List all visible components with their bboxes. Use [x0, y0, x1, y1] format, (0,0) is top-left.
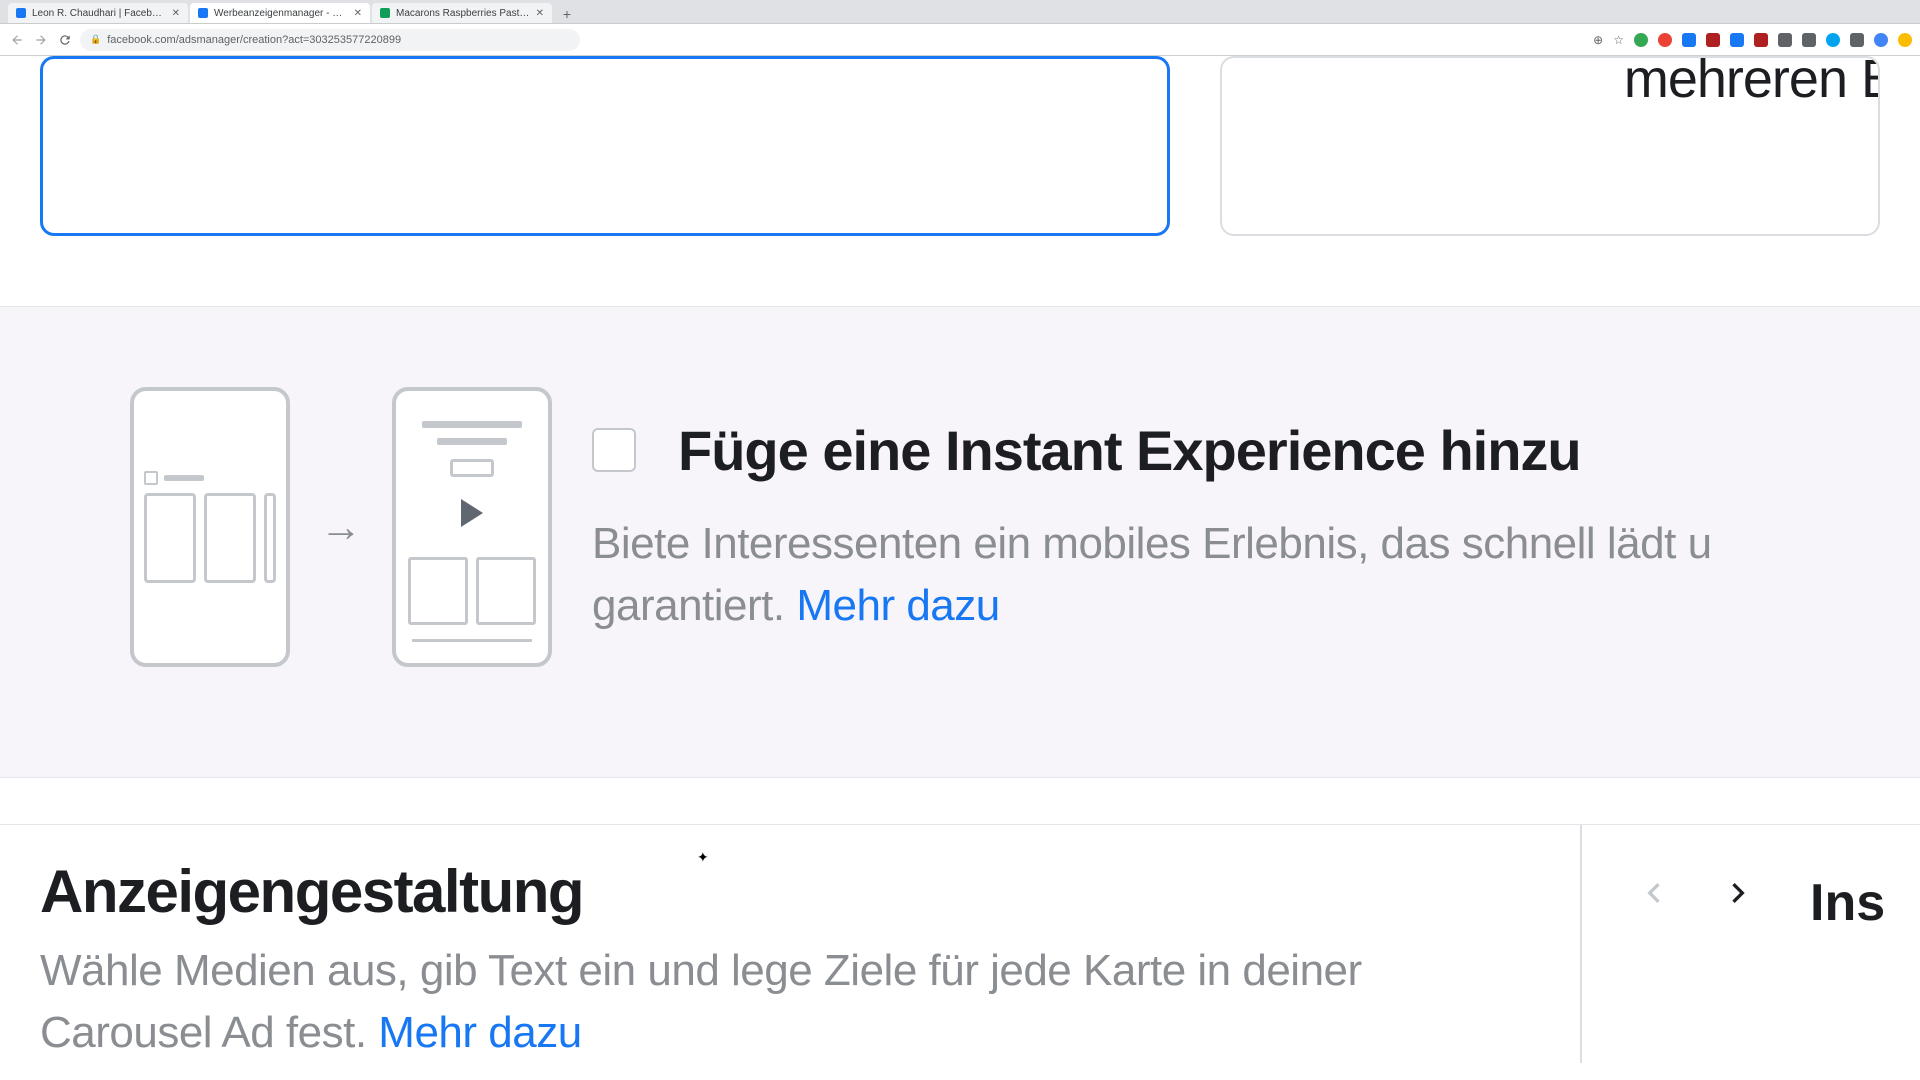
new-tab-button[interactable]: + — [558, 5, 576, 23]
arrow-left-icon — [10, 33, 24, 47]
format-card-partial-text: mehreren Bil — [1624, 56, 1880, 110]
carousel-next-button[interactable] — [1718, 873, 1758, 913]
reload-button[interactable] — [56, 31, 74, 49]
instant-experience-checkbox[interactable] — [592, 428, 636, 472]
ad-design-section: Anzeigengestaltung Wähle Medien aus, gib… — [0, 824, 1920, 1063]
favicon-icon — [380, 8, 390, 18]
reload-icon — [58, 33, 72, 47]
cursor-icon: ✦ — [697, 849, 709, 866]
format-card-other[interactable]: mehreren Bil — [1220, 56, 1880, 236]
chevron-right-icon — [1718, 873, 1758, 913]
ad-design-main: Anzeigengestaltung Wähle Medien aus, gib… — [0, 825, 1580, 1063]
instant-experience-illustration: → — [130, 387, 552, 667]
favicon-icon — [16, 8, 26, 18]
extension-icon[interactable] — [1682, 33, 1696, 47]
extension-icon[interactable] — [1850, 33, 1864, 47]
extension-icon[interactable] — [1658, 33, 1672, 47]
tab-macarons[interactable]: Macarons Raspberries Pastries ✕ — [372, 3, 552, 23]
lock-icon: 🔒 — [90, 34, 101, 45]
extension-icons: ⊕ ☆ — [1593, 33, 1912, 47]
extension-icon[interactable] — [1898, 33, 1912, 47]
chevron-left-icon — [1634, 873, 1674, 913]
instant-experience-text: Füge eine Instant Experience hinzu Biete… — [592, 418, 1920, 636]
close-icon[interactable]: ✕ — [172, 8, 180, 19]
learn-more-link[interactable]: Mehr dazu — [378, 1008, 581, 1057]
extension-icon[interactable] — [1754, 33, 1768, 47]
favicon-icon — [198, 8, 208, 18]
close-icon[interactable]: ✕ — [536, 8, 544, 19]
forward-button[interactable] — [32, 31, 50, 49]
carousel-nav — [1580, 825, 1810, 1063]
tab-ads-manager[interactable]: Werbeanzeigenmanager - Cre ✕ — [190, 3, 370, 23]
back-button[interactable] — [8, 31, 26, 49]
arrow-right-icon: → — [320, 503, 362, 551]
phone-mockup-feed — [130, 387, 290, 667]
phone-mockup-experience — [392, 387, 552, 667]
extension-icon[interactable] — [1730, 33, 1744, 47]
ad-design-title: Anzeigengestaltung — [40, 857, 1540, 926]
instant-experience-description-2: garantiert. Mehr dazu — [592, 575, 1920, 637]
url-text: facebook.com/adsmanager/creation?act=303… — [107, 34, 401, 46]
avatar-icon[interactable] — [1874, 33, 1888, 47]
page-content: mehreren Bil → — [0, 56, 1920, 1080]
extension-icon[interactable] — [1778, 33, 1792, 47]
tab-title: Leon R. Chaudhari | Facebook — [32, 8, 166, 19]
tab-title: Macarons Raspberries Pastries — [396, 8, 530, 19]
instant-experience-title: Füge eine Instant Experience hinzu — [678, 418, 1581, 483]
extension-icon[interactable] — [1826, 33, 1840, 47]
learn-more-link[interactable]: Mehr dazu — [796, 581, 999, 630]
browser-tab-strip: Leon R. Chaudhari | Facebook ✕ Werbeanze… — [0, 0, 1920, 24]
star-icon[interactable]: ☆ — [1613, 33, 1624, 47]
instant-experience-description: Biete Interessenten ein mobiles Erlebnis… — [592, 513, 1920, 575]
extension-icon[interactable] — [1802, 33, 1816, 47]
carousel-prev-button[interactable] — [1634, 873, 1674, 913]
play-icon — [461, 499, 483, 527]
format-selection-row: mehreren Bil — [0, 56, 1920, 236]
extension-icon[interactable] — [1706, 33, 1720, 47]
zoom-icon[interactable]: ⊕ — [1593, 33, 1603, 47]
arrow-right-icon — [34, 33, 48, 47]
address-bar: 🔒 facebook.com/adsmanager/creation?act=3… — [0, 24, 1920, 56]
preview-label-partial: Ins — [1810, 825, 1920, 1063]
instant-experience-section: → Füge eine Instant Experience hinzu Bie… — [0, 306, 1920, 778]
close-icon[interactable]: ✕ — [354, 8, 362, 19]
ad-design-description: Wähle Medien aus, gib Text ein und lege … — [40, 940, 1540, 1063]
tab-facebook-profile[interactable]: Leon R. Chaudhari | Facebook ✕ — [8, 3, 188, 23]
tab-title: Werbeanzeigenmanager - Cre — [214, 8, 348, 19]
url-input[interactable]: 🔒 facebook.com/adsmanager/creation?act=3… — [80, 29, 580, 51]
extension-icon[interactable] — [1634, 33, 1648, 47]
format-card-selected[interactable] — [40, 56, 1170, 236]
